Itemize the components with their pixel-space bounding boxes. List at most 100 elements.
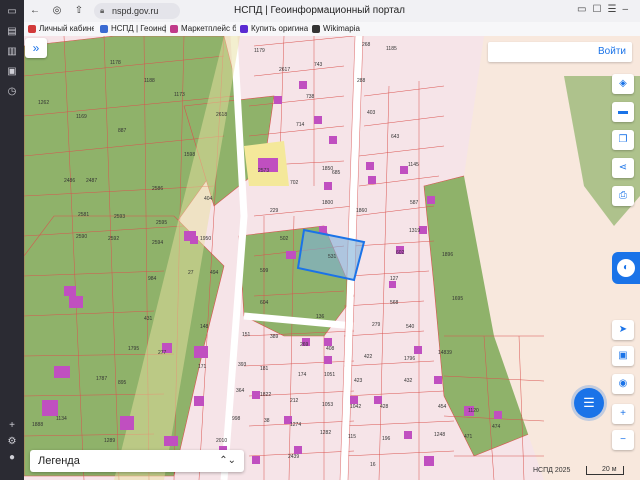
- chat-button[interactable]: ☰: [574, 388, 604, 418]
- bookmark-icon[interactable]: ☐: [593, 4, 608, 15]
- back-icon[interactable]: ←: [28, 4, 42, 18]
- login-link[interactable]: Войти: [598, 42, 626, 62]
- assistant-icon[interactable]: ●: [6, 452, 18, 464]
- share-map-button[interactable]: ⋖: [612, 158, 634, 178]
- bookmark-item[interactable]: Личный кабинет: [28, 23, 94, 35]
- parcel-number-label: 1145: [408, 162, 419, 168]
- parcel-number-label: 984: [148, 276, 157, 282]
- bookmark-item[interactable]: Маркетплейс бра: [170, 23, 236, 35]
- layers-icon: ◈: [619, 78, 627, 89]
- selected-parcel-label: 531: [328, 254, 337, 260]
- share-icon[interactable]: ⇧: [72, 4, 86, 18]
- bookmark-item[interactable]: Wikimapia: [312, 23, 372, 35]
- parcel-number-label: 685: [332, 170, 341, 176]
- parcel-number-label: 127: [390, 276, 399, 282]
- parcel-number-label: 2586: [152, 186, 163, 192]
- map-canvas[interactable]: 531 268 1185 1179 2617 743 1178 1188 288 1173 738…: [24, 36, 640, 480]
- parcel-number-label: 604: [260, 300, 269, 306]
- parcel-number-label: 998: [232, 416, 241, 422]
- legend-dropdown[interactable]: Легенда ⌃⌄: [30, 450, 244, 472]
- book-icon[interactable]: ▥: [6, 46, 18, 58]
- parcel-number-label: 2590: [76, 234, 87, 240]
- parcel-number-label: 364: [236, 388, 245, 394]
- basemap-button[interactable]: ▣: [612, 346, 634, 366]
- parcel-number-label: 288: [357, 78, 366, 84]
- navigation-icon: ➤: [618, 324, 628, 335]
- parcel-number-label: 1185: [386, 46, 397, 52]
- measure-button[interactable]: ▬: [612, 102, 634, 122]
- copy-button[interactable]: ❐: [612, 130, 634, 150]
- parcel-number-label: 277: [158, 350, 167, 356]
- bookmark-item[interactable]: НСПД | Геоинфор: [100, 23, 166, 35]
- parcel-number-label: 408: [326, 346, 335, 352]
- parcel-number-label: 643: [391, 134, 400, 140]
- folder-icon[interactable]: ▭: [6, 6, 18, 18]
- add-icon[interactable]: +: [6, 420, 18, 432]
- geo-service-tab[interactable]: ◐: [612, 252, 640, 284]
- parcel-number-label: 27: [188, 270, 194, 276]
- parcel-number-label: 1179: [254, 48, 265, 54]
- bookmark-item[interactable]: Купить оригинал: [240, 23, 308, 35]
- parcel-number-label: 587: [410, 200, 419, 206]
- parcel-number-label: 403: [367, 110, 376, 116]
- parcel-number-label: 2592: [108, 236, 119, 242]
- layers-button[interactable]: ◈: [612, 74, 634, 94]
- parcel-number-label: 1134: [56, 416, 67, 422]
- copy-icon: ❐: [618, 134, 628, 145]
- parcel-number-label: 151: [242, 332, 251, 338]
- geo-logo-icon: ◐: [617, 259, 635, 277]
- parcel-number-label: 431: [144, 316, 153, 322]
- browser-tools: ▭☐☰–: [577, 4, 634, 15]
- login-panel[interactable]: Войти: [488, 42, 632, 62]
- tabs-icon[interactable]: ▭: [577, 4, 592, 15]
- menu-icon[interactable]: ☰: [607, 4, 622, 15]
- parcel-number-label: 1695: [452, 296, 463, 302]
- minimize-icon[interactable]: –: [622, 4, 634, 15]
- parcel-number-label: 1282: [320, 430, 331, 436]
- parcel-number-label: 2618: [216, 112, 227, 118]
- map-icon: ▣: [618, 350, 628, 361]
- parcel-number-label: 1248: [434, 432, 445, 438]
- parcel-number-label: 229: [270, 208, 279, 214]
- app-icon[interactable]: ▣: [6, 66, 18, 78]
- parcel-number-label: 2010: [216, 438, 227, 444]
- parcel-number-label: 1051: [324, 372, 335, 378]
- bookmark-favicon-icon: [28, 24, 36, 33]
- chevron-updown-icon: ⌃⌄: [219, 455, 236, 466]
- bookmark-favicon-icon: [100, 24, 108, 33]
- print-button[interactable]: ⎙: [612, 186, 634, 206]
- pin-icon: ◉: [618, 378, 628, 389]
- parcel-number-label: 38: [264, 418, 270, 424]
- zoom-in-button[interactable]: +: [612, 404, 634, 424]
- parcel-number-label: 2617: [279, 67, 290, 73]
- expand-menu-button[interactable]: »: [25, 38, 47, 58]
- parcel-number-label: 171: [198, 364, 207, 370]
- locate-button[interactable]: ➤: [612, 320, 634, 340]
- parcel-number-label: 1053: [322, 402, 333, 408]
- lock-icon: 🔒︎: [100, 6, 105, 15]
- settings-icon[interactable]: ⚙: [6, 436, 18, 448]
- scale-label: 20 м: [602, 466, 617, 473]
- clock-icon[interactable]: ◷: [6, 86, 18, 98]
- site-info-icon[interactable]: ◎: [50, 4, 64, 18]
- parcel-number-label: 428: [380, 404, 389, 410]
- plus-icon: +: [620, 408, 626, 419]
- cadastral-map[interactable]: 531 268 1185 1179 2617 743 1178 1188 288 1173 738…: [24, 36, 640, 480]
- parcel-number-label: 714: [296, 122, 305, 128]
- parcel-number-label: 1888: [32, 422, 43, 428]
- parcel-number-label: 1188: [144, 78, 155, 84]
- search-location-button[interactable]: ◉: [612, 374, 634, 394]
- parcel-number-label: 1274: [290, 422, 301, 428]
- parcel-number-label: 1178: [110, 60, 121, 66]
- zoom-out-button[interactable]: −: [612, 430, 634, 450]
- page-title: НСПД | Геоинформационный портал: [234, 5, 405, 16]
- parcel-number-label: 1860: [356, 208, 367, 214]
- legend-label: Легенда: [38, 455, 80, 467]
- document-icon[interactable]: ▤: [6, 26, 18, 38]
- parcel-number-label: 2595: [156, 220, 167, 226]
- parcel-number-label: 16: [370, 462, 376, 468]
- parcel-number-label: 895: [118, 380, 127, 386]
- parcel-number-label: 1169: [76, 114, 87, 120]
- parcel-number-label: 474: [492, 424, 501, 430]
- address-bar[interactable]: 🔒︎ nspd.gov.ru: [94, 3, 180, 19]
